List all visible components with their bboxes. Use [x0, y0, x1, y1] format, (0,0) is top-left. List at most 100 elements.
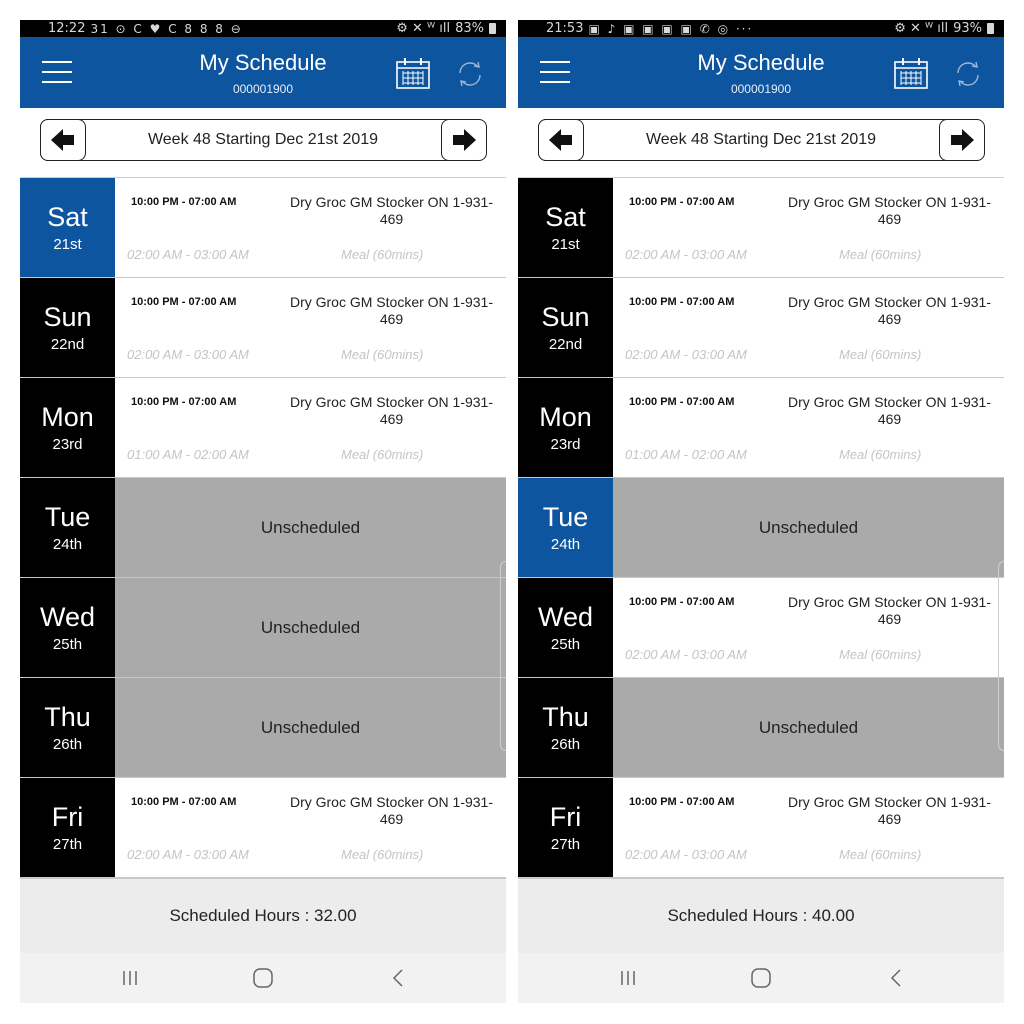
meal-time: 02:00 AM - 03:00 AM — [127, 847, 249, 862]
meal-label: Meal (60mins) — [341, 847, 424, 862]
page-title: My Schedule — [697, 50, 825, 75]
recent-apps-icon[interactable] — [122, 970, 138, 986]
day-name: Mon — [539, 402, 592, 432]
schedule-list: Sat 21st 10:00 PM - 07:00 AM Dry Groc GM… — [20, 178, 506, 878]
day-date: 21st — [551, 236, 580, 253]
day-label-mon[interactable]: Mon 23rd — [20, 378, 115, 477]
shift-card[interactable]: 10:00 PM - 07:00 AM Dry Groc GM Stocker … — [613, 178, 1004, 277]
day-name: Sun — [43, 302, 92, 332]
sync-icon[interactable] — [454, 59, 486, 89]
title-block: My Schedule 000001900 — [20, 51, 506, 97]
day-row-sun: Sun 22nd 10:00 PM - 07:00 AM Dry Groc GM… — [20, 278, 506, 378]
shift-job: Dry Groc GM Stocker ON 1-931-469 — [787, 794, 992, 827]
day-date: 26th — [550, 736, 581, 753]
shift-card[interactable]: 10:00 PM - 07:00 AM Dry Groc GM Stocker … — [613, 278, 1004, 377]
phone-screen-right: 21:53 ▣ ♪ ▣ ▣ ▣ ▣ ✆ ◎ ··· ⚙ ✕ ᵂ ıll 93% … — [518, 20, 1004, 1004]
unscheduled-cell[interactable]: Unscheduled — [613, 678, 1004, 777]
shift-card[interactable]: 10:00 PM - 07:00 AM Dry Groc GM Stocker … — [115, 778, 506, 877]
next-week-button[interactable] — [938, 118, 985, 161]
unscheduled-cell[interactable]: Unscheduled — [115, 678, 506, 777]
shift-card[interactable]: 10:00 PM - 07:00 AM Dry Groc GM Stocker … — [115, 378, 506, 477]
day-label-sun[interactable]: Sun 22nd — [518, 278, 613, 377]
arrow-right-icon — [452, 128, 476, 151]
day-label-fri[interactable]: Fri 27th — [20, 778, 115, 877]
day-name: Wed — [537, 602, 594, 632]
unscheduled-cell[interactable]: Unscheduled — [115, 478, 506, 577]
day-label-thu[interactable]: Thu 26th — [518, 678, 613, 777]
day-label-tue[interactable]: Tue 24th — [518, 478, 613, 577]
next-week-button[interactable] — [440, 118, 487, 161]
schedule-list: Sat 21st 10:00 PM - 07:00 AM Dry Groc GM… — [518, 178, 1004, 878]
battery-icon — [489, 23, 496, 34]
day-name: Thu — [542, 702, 589, 732]
title-block: My Schedule 000001900 — [518, 50, 1004, 97]
meal-label: Meal (60mins) — [341, 447, 424, 462]
day-date: 27th — [550, 836, 581, 853]
shift-job: Dry Groc GM Stocker ON 1-931-469 — [787, 394, 992, 427]
shift-card[interactable]: 10:00 PM - 07:00 AM Dry Groc GM Stocker … — [115, 178, 506, 277]
scheduled-hours: Scheduled Hours : 32.00 — [20, 878, 506, 953]
status-bar: 12:22 31 ⊙ C ♥ C 8 8 8 ⊖ ⚙ ✕ ᵂ ıll 83% — [20, 20, 506, 37]
app-bar: My Schedule 000001900 — [518, 37, 1004, 108]
home-icon[interactable] — [253, 968, 273, 988]
recent-apps-icon[interactable] — [620, 970, 636, 986]
meal-time: 01:00 AM - 02:00 AM — [127, 447, 249, 462]
shift-card[interactable]: 10:00 PM - 07:00 AM Dry Groc GM Stocker … — [613, 578, 1004, 677]
system-nav-bar — [20, 953, 506, 1003]
day-date: 24th — [550, 536, 581, 553]
day-name: Fri — [51, 802, 84, 832]
meal-label: Meal (60mins) — [839, 447, 922, 462]
week-navigator: Week 48 Starting Dec 21st 2019 — [518, 108, 1004, 178]
app-bar: My Schedule 000001900 — [20, 37, 506, 108]
day-label-wed[interactable]: Wed 25th — [518, 578, 613, 677]
status-bar: 21:53 ▣ ♪ ▣ ▣ ▣ ▣ ✆ ◎ ··· ⚙ ✕ ᵂ ıll 93% — [518, 20, 1004, 37]
day-label-sat[interactable]: Sat 21st — [20, 178, 115, 277]
day-date: 23rd — [52, 436, 83, 453]
day-label-mon[interactable]: Mon 23rd — [518, 378, 613, 477]
day-label-sat[interactable]: Sat 21st — [518, 178, 613, 277]
arrow-right-icon — [950, 128, 974, 151]
back-icon[interactable] — [392, 969, 404, 987]
calendar-icon[interactable] — [893, 57, 929, 89]
meal-label: Meal (60mins) — [839, 347, 922, 362]
calendar-icon[interactable] — [395, 57, 431, 89]
day-date: 24th — [52, 536, 83, 553]
week-pill: Week 48 Starting Dec 21st 2019 — [39, 118, 487, 161]
meal-time: 01:00 AM - 02:00 AM — [625, 447, 747, 462]
system-nav-bar — [518, 953, 1004, 1003]
scroll-handle[interactable] — [998, 561, 1004, 751]
day-name: Sat — [47, 202, 88, 232]
sync-icon[interactable] — [952, 59, 984, 89]
day-row-wed: Wed 25th Unscheduled — [20, 578, 506, 678]
notification-icons: 31 ⊙ C ♥ C 8 8 8 ⊖ — [90, 21, 243, 36]
scroll-handle[interactable] — [500, 561, 506, 751]
day-row-sat: Sat 21st 10:00 PM - 07:00 AM Dry Groc GM… — [20, 178, 506, 278]
shift-card[interactable]: 10:00 PM - 07:00 AM Dry Groc GM Stocker … — [115, 278, 506, 377]
day-date: 26th — [52, 736, 83, 753]
meal-label: Meal (60mins) — [839, 647, 922, 662]
day-row-thu: Thu 26th Unscheduled — [518, 678, 1004, 778]
unscheduled-cell[interactable]: Unscheduled — [115, 578, 506, 677]
week-label: Week 48 Starting Dec 21st 2019 — [147, 131, 379, 148]
day-label-wed[interactable]: Wed 25th — [20, 578, 115, 677]
back-icon[interactable] — [890, 969, 902, 987]
day-date: 25th — [52, 636, 83, 653]
day-row-fri: Fri 27th 10:00 PM - 07:00 AM Dry Groc GM… — [518, 778, 1004, 878]
day-label-sun[interactable]: Sun 22nd — [20, 278, 115, 377]
home-icon[interactable] — [751, 968, 771, 988]
shift-time: 10:00 PM - 07:00 AM — [629, 796, 735, 808]
day-row-fri: Fri 27th 10:00 PM - 07:00 AM Dry Groc GM… — [20, 778, 506, 878]
day-label-thu[interactable]: Thu 26th — [20, 678, 115, 777]
shift-time: 10:00 PM - 07:00 AM — [629, 196, 735, 208]
day-date: 22nd — [548, 336, 583, 353]
meal-time: 02:00 AM - 03:00 AM — [127, 247, 249, 262]
shift-card[interactable]: 10:00 PM - 07:00 AM Dry Groc GM Stocker … — [613, 378, 1004, 477]
day-label-tue[interactable]: Tue 24th — [20, 478, 115, 577]
scheduled-hours: Scheduled Hours : 40.00 — [518, 878, 1004, 953]
prev-week-button[interactable] — [537, 118, 584, 161]
week-navigator: Week 48 Starting Dec 21st 2019 — [20, 108, 506, 178]
day-label-fri[interactable]: Fri 27th — [518, 778, 613, 877]
unscheduled-cell[interactable]: Unscheduled — [613, 478, 1004, 577]
shift-card[interactable]: 10:00 PM - 07:00 AM Dry Groc GM Stocker … — [613, 778, 1004, 877]
prev-week-button[interactable] — [39, 118, 86, 161]
